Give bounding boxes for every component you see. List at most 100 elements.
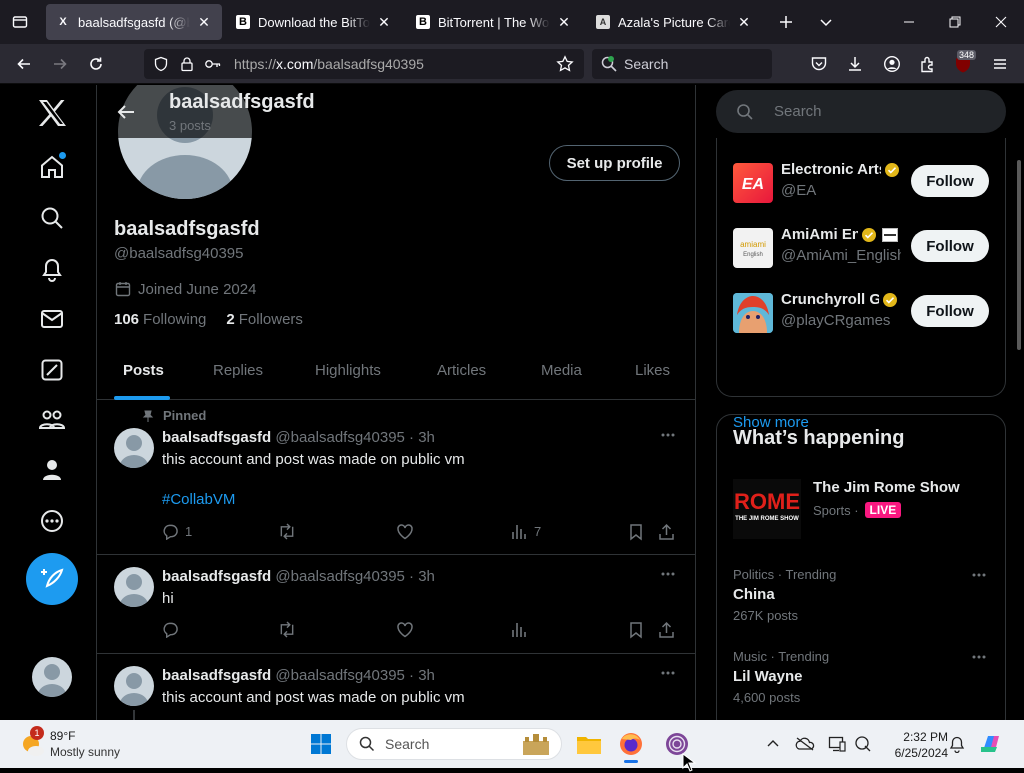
forward-icon[interactable] (44, 48, 76, 80)
post-item[interactable]: baalsadfsgasfd @baalsadfsg40395 · 3h hi (97, 555, 695, 654)
post-avatar[interactable] (114, 428, 154, 468)
permissions-key-icon[interactable] (200, 56, 226, 72)
messages-envelope-icon[interactable] (26, 293, 78, 345)
share-button[interactable] (658, 621, 675, 639)
profile-icon[interactable] (26, 444, 78, 496)
page-scrollbar[interactable] (1017, 160, 1021, 350)
file-explorer-icon[interactable] (572, 728, 606, 760)
reload-icon[interactable] (80, 48, 112, 80)
post-avatar[interactable] (114, 666, 154, 706)
repost-button[interactable] (277, 523, 297, 540)
notifications-bell-icon[interactable] (26, 243, 78, 295)
post-item[interactable]: Pinned baalsadfsgasfd @baalsadfsg40395 ·… (97, 400, 695, 555)
followers-link[interactable]: 2 Followers (226, 311, 303, 328)
browser-tab-bittorrent-download[interactable]: B Download the BitTorrent ✕ (226, 4, 402, 40)
post-item[interactable]: baalsadfsgasfd @baalsadfsg40395 · 3h thi… (97, 654, 695, 720)
new-tab-icon[interactable] (768, 0, 804, 44)
weather-widget[interactable]: 1 89°F Mostly sunny (18, 726, 148, 762)
suggestion-name[interactable]: Crunchyroll Games (781, 291, 907, 308)
grok-icon[interactable] (26, 344, 78, 396)
tab-close-icon[interactable]: ✕ (376, 14, 392, 31)
back-arrow-icon[interactable] (109, 95, 143, 129)
post-avatar[interactable] (114, 567, 154, 607)
tab-likes[interactable]: Likes (635, 340, 670, 400)
post-handle-time[interactable]: @baalsadfsg40395 · 3h (275, 568, 435, 585)
ea-avatar[interactable]: EA (733, 163, 773, 203)
browser-tab-azala[interactable]: A Azala's Picture Cards O ✕ (586, 4, 762, 40)
x-logo-icon[interactable] (26, 87, 78, 139)
close-window-icon[interactable] (978, 0, 1024, 44)
follow-button[interactable]: Follow (911, 295, 989, 327)
post-more-options-icon[interactable] (660, 566, 676, 582)
trend-item[interactable]: Music · Trending Lil Wayne 4,600 posts (733, 649, 993, 705)
tab-close-icon[interactable]: ✕ (736, 14, 752, 31)
pocket-icon[interactable] (803, 48, 835, 80)
lock-icon[interactable] (174, 56, 200, 72)
like-button[interactable] (396, 621, 414, 638)
list-all-tabs-icon[interactable] (808, 0, 844, 44)
trend-item[interactable]: Politics · Trending China 267K posts (733, 567, 993, 623)
sidebar-search-input[interactable]: Search (716, 90, 1006, 133)
tab-highlights[interactable]: Highlights (315, 340, 381, 400)
ublock-extension-icon[interactable]: 348 (947, 48, 979, 80)
follow-suggestion[interactable]: EA Electronic Arts @EA Follow (733, 158, 993, 208)
tab-replies[interactable]: Replies (213, 340, 263, 400)
reply-button[interactable] (162, 621, 179, 638)
crunchyroll-games-avatar[interactable] (733, 293, 773, 333)
repost-button[interactable] (277, 621, 297, 638)
post-more-options-icon[interactable] (660, 665, 676, 681)
explore-search-icon[interactable] (26, 192, 78, 244)
reply-button[interactable]: 1 (162, 523, 192, 540)
back-icon[interactable] (8, 48, 40, 80)
tab-posts[interactable]: Posts (123, 340, 164, 400)
suggestion-name[interactable]: Electronic Arts (781, 161, 907, 178)
restore-icon[interactable] (932, 0, 978, 44)
following-link[interactable]: 106 Following (114, 311, 206, 328)
compose-post-button[interactable] (26, 553, 78, 605)
tracking-shield-icon[interactable] (148, 56, 174, 72)
start-button[interactable] (304, 728, 338, 760)
browser-search-bar[interactable]: Search (592, 49, 772, 79)
like-button[interactable] (396, 523, 414, 540)
browser-tab-x-profile[interactable]: X baalsadfsgasfd (@baalsadfsg40395) ✕ (46, 4, 222, 40)
bookmark-button[interactable] (628, 621, 644, 639)
share-button[interactable] (658, 523, 675, 541)
bookmark-star-icon[interactable] (552, 55, 578, 73)
post-author-name[interactable]: baalsadfsgasfd (162, 429, 271, 446)
tab-close-icon[interactable]: ✕ (556, 14, 572, 31)
amiami-avatar[interactable]: amiami English (733, 228, 773, 268)
minimize-icon[interactable] (886, 0, 932, 44)
notifications-bell-icon[interactable] (940, 728, 974, 760)
communities-icon[interactable] (26, 394, 78, 446)
onedrive-offline-icon[interactable] (788, 728, 822, 760)
featured-title[interactable]: The Jim Rome Show (813, 479, 960, 496)
more-circle-icon[interactable] (26, 495, 78, 547)
follow-suggestion[interactable]: Crunchyroll Games @playCRgames Follow (733, 288, 993, 338)
bookmark-button[interactable] (628, 523, 644, 541)
post-author-name[interactable]: baalsadfsgasfd (162, 667, 271, 684)
trend-more-options-icon[interactable] (971, 649, 987, 665)
jim-rome-show-image[interactable]: ROME THE JIM ROME SHOW (733, 479, 801, 539)
tab-media[interactable]: Media (541, 340, 582, 400)
tab-articles[interactable]: Articles (437, 340, 486, 400)
hamburger-menu-icon[interactable] (984, 48, 1016, 80)
trend-more-options-icon[interactable] (971, 567, 987, 583)
set-up-profile-button[interactable]: Set up profile (549, 145, 680, 181)
system-clock[interactable]: 2:32 PM 6/25/2024 (878, 729, 948, 761)
suggestion-name[interactable]: AmiAmi English (781, 226, 907, 243)
post-more-options-icon[interactable] (660, 427, 676, 443)
post-handle-time[interactable]: @baalsadfsg40395 · 3h (275, 429, 435, 446)
follow-suggestion[interactable]: amiami English AmiAmi English @AmiAmi_Eng… (733, 223, 993, 273)
post-handle-time[interactable]: @baalsadfsg40395 · 3h (275, 667, 435, 684)
account-avatar[interactable] (32, 657, 72, 697)
views-button[interactable]: 7 (511, 523, 541, 540)
browser-tab-bittorrent[interactable]: B BitTorrent | The World's ✕ (406, 4, 582, 40)
account-icon[interactable] (876, 48, 908, 80)
show-hidden-icons-chevron-icon[interactable] (756, 728, 790, 760)
url-text[interactable]: https://x.com/baalsadfsg40395 (234, 56, 424, 72)
views-button[interactable] (511, 621, 528, 638)
copilot-icon[interactable] (974, 728, 1008, 760)
network-icon[interactable] (846, 728, 880, 760)
hashtag-link[interactable]: #CollabVM (162, 490, 465, 510)
downloads-icon[interactable] (839, 48, 871, 80)
